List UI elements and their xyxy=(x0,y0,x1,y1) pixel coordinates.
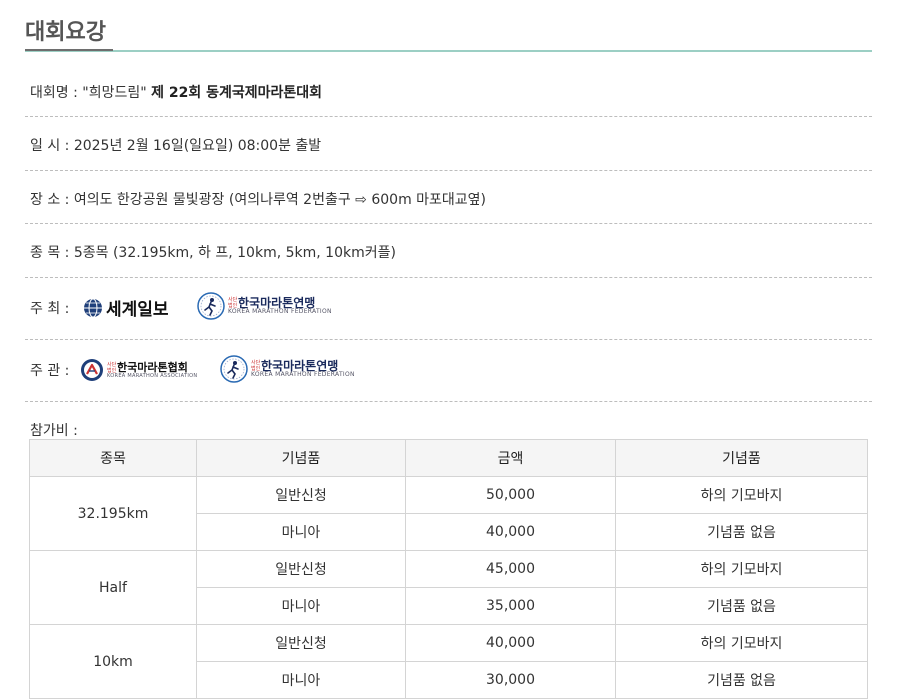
header-cell: 기념품 xyxy=(196,439,406,477)
kmf-logo-organizer: 사단 법인 한국마라톤연맹 KOREA MARATHON FEDERATION xyxy=(220,355,355,383)
info-row-host: 주 최 : 세계일보 사단 법인 한국마라톤연맹 KOREA MARATHON … xyxy=(25,278,872,340)
info-row-date: 일 시 : 2025년 2월 16일(일요일) 08:00분 출발 xyxy=(25,117,872,171)
title-underline-accent xyxy=(25,49,113,51)
amount-cell: 40,000 xyxy=(405,624,616,662)
event-name-text: 대회명 : "희망드림" 제 22회 동계국제마라톤대회 xyxy=(30,82,322,102)
amount-cell: 35,000 xyxy=(405,587,616,625)
amount-cell: 50,000 xyxy=(405,476,616,514)
kma-sub: KOREA MARATHON ASSOCIATION xyxy=(107,372,198,379)
event-cell: Half xyxy=(29,550,197,625)
header-cell: 금액 xyxy=(405,439,616,477)
gift-cell: 하의 기모바지 xyxy=(615,476,868,514)
header-cell: 종목 xyxy=(29,439,197,477)
type-cell: 일반신청 xyxy=(196,550,406,588)
event-cell: 32.195km xyxy=(29,476,197,551)
fee-table: 종목 기념품 금액 기념품 32.195km 일반신청 50,000 하의 기모… xyxy=(29,439,868,699)
host-label: 주 최 : xyxy=(30,301,70,317)
event-date-text: 일 시 : 2025년 2월 16일(일요일) 08:00분 출발 xyxy=(30,138,322,154)
event-cell: 10km xyxy=(29,624,197,699)
kmf-sub: KOREA MARATHON FEDERATION xyxy=(251,371,355,378)
table-row: 10km 일반신청 40,000 하의 기모바지 xyxy=(29,624,868,699)
table-row: 32.195km 일반신청 50,000 하의 기모바지 xyxy=(29,476,868,551)
segye-logo-text: 세계일보 xyxy=(106,300,169,320)
amount-cell: 45,000 xyxy=(405,550,616,588)
kma-emblem-icon xyxy=(81,359,103,381)
info-row-place: 장 소 : 여의도 한강공원 물빛광장 (여의나루역 2번출구 ⇨ 600m 마… xyxy=(25,171,872,224)
runner-emblem-icon xyxy=(220,355,248,383)
gift-cell: 하의 기모바지 xyxy=(615,550,868,588)
type-cell: 일반신청 xyxy=(196,476,406,514)
type-cell: 일반신청 xyxy=(196,624,406,662)
amount-cell: 40,000 xyxy=(405,513,616,551)
kmf-sub: KOREA MARATHON FEDERATION xyxy=(228,308,332,315)
kma-prefix: 사단 법인 xyxy=(107,361,117,374)
segye-logo: 세계일보 xyxy=(83,295,169,320)
info-row-organizer: 주 관 : 사단 법인 한국마라톤협회 KOREA MARATHON ASSOC… xyxy=(25,340,872,402)
kma-name: 한국마라톤협회 xyxy=(117,361,188,374)
fee-label: 참가비 : xyxy=(30,423,78,439)
event-name-quote: "희망드림" xyxy=(82,85,147,101)
kmf-logo-host: 사단 법인 한국마라톤연맹 KOREA MARATHON FEDERATION xyxy=(197,292,332,320)
type-cell: 마니아 xyxy=(196,587,406,625)
event-types-text: 종 목 : 5종목 (32.195km, 하 프, 10km, 5km, 10k… xyxy=(30,245,396,261)
info-row-events: 종 목 : 5종목 (32.195km, 하 프, 10km, 5km, 10k… xyxy=(25,224,872,278)
gift-cell: 하의 기모바지 xyxy=(615,624,868,662)
runner-emblem-icon xyxy=(197,292,225,320)
gift-cell: 기념품 없음 xyxy=(615,513,868,551)
event-place-text: 장 소 : 여의도 한강공원 물빛광장 (여의나루역 2번출구 ⇨ 600m 마… xyxy=(30,192,487,208)
table-row: Half 일반신청 45,000 하의 기모바지 xyxy=(29,550,868,625)
kma-logo: 사단 법인 한국마라톤협회 KOREA MARATHON ASSOCIATION xyxy=(80,358,197,382)
info-row-name: 대회명 : "희망드림" 제 22회 동계국제마라톤대회 xyxy=(25,62,872,117)
event-name-label: 대회명 : xyxy=(30,85,83,101)
organizer-label: 주 관 : xyxy=(30,363,70,379)
fee-table-header: 종목 기념품 금액 기념품 xyxy=(29,439,868,477)
type-cell: 마니아 xyxy=(196,513,406,551)
globe-icon xyxy=(84,298,102,317)
title-underline xyxy=(25,50,872,52)
page-title: 대회요강 xyxy=(25,20,106,45)
header-cell: 기념품 xyxy=(615,439,868,477)
event-name-title: 제 22회 동계국제마라톤대회 xyxy=(151,85,323,101)
gift-cell: 기념품 없음 xyxy=(615,587,868,625)
